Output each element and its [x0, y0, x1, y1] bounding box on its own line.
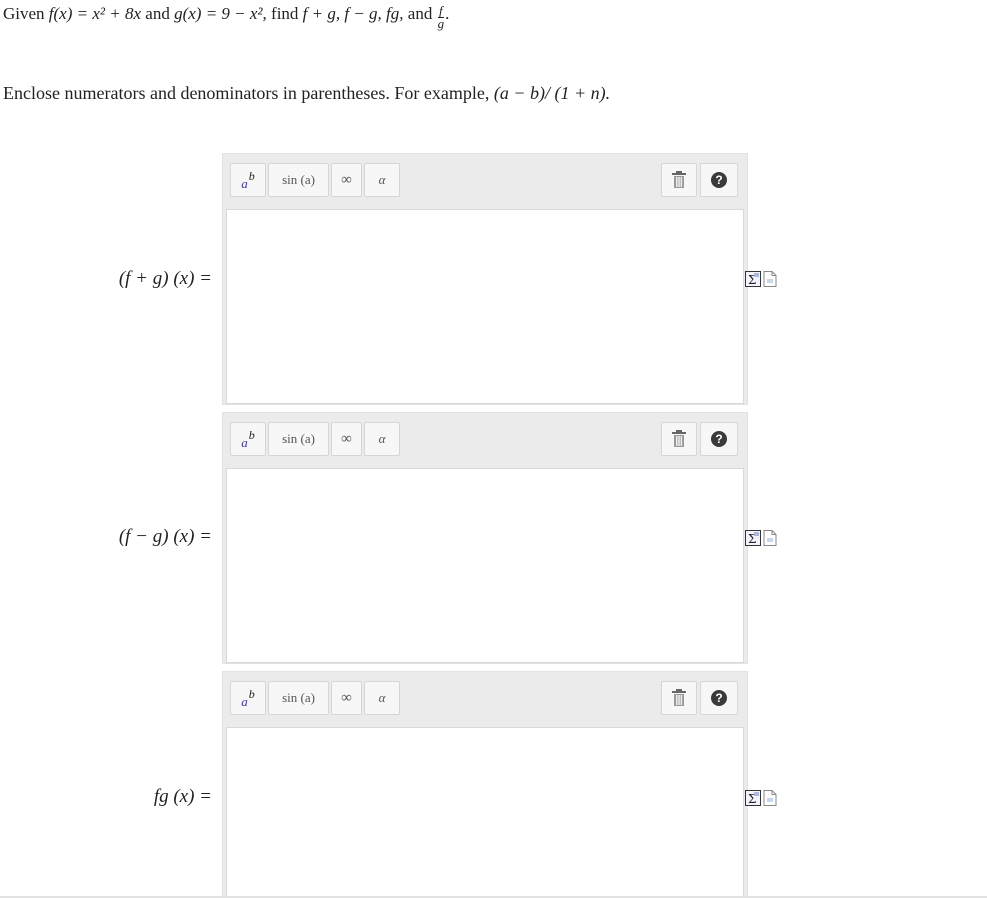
- sin-button[interactable]: sin (a): [268, 422, 329, 456]
- sin-button[interactable]: sin (a): [268, 681, 329, 715]
- equation-editor-icon[interactable]: Σ: [745, 790, 761, 806]
- math-editor-sum: ab sin (a) ∞ α ?: [222, 153, 748, 405]
- help-button[interactable]: ?: [700, 681, 738, 715]
- editor-toolbar: ab sin (a) ∞ α ?: [223, 672, 747, 724]
- document-icon[interactable]: [763, 271, 777, 287]
- alpha-button[interactable]: α: [364, 163, 400, 197]
- answer-input-difference[interactable]: [226, 468, 744, 663]
- operations-list: f + g, f − g, fg,: [302, 4, 404, 23]
- answer-input-product[interactable]: [226, 727, 744, 897]
- trash-icon: [672, 689, 686, 706]
- infinity-button[interactable]: ∞: [331, 163, 362, 197]
- question-find: find: [271, 4, 299, 23]
- instruction-text: Enclose numerators and denominators in p…: [3, 83, 610, 104]
- document-icon[interactable]: [763, 530, 777, 546]
- superscript-button[interactable]: ab: [230, 422, 266, 456]
- help-icon: ?: [711, 172, 727, 188]
- math-editor-difference: ab sin (a) ∞ α ?: [222, 412, 748, 664]
- help-button[interactable]: ?: [700, 163, 738, 197]
- trash-button[interactable]: [661, 163, 697, 197]
- equation-editor-icon[interactable]: Σ: [745, 530, 761, 546]
- trash-button[interactable]: [661, 681, 697, 715]
- document-icon[interactable]: [763, 790, 777, 806]
- infinity-button[interactable]: ∞: [331, 422, 362, 456]
- question-and: and: [145, 4, 170, 23]
- alpha-button[interactable]: α: [364, 681, 400, 715]
- alpha-button[interactable]: α: [364, 422, 400, 456]
- f-definition: f(x) = x² + 8x: [48, 4, 142, 23]
- answer-input-sum[interactable]: [226, 209, 744, 404]
- fraction-denominator: g: [437, 16, 445, 31]
- question-text: Given f(x) = x² + 8x and g(x) = 9 − x², …: [3, 4, 449, 30]
- row-label-difference: (f − g) (x) =: [118, 526, 212, 547]
- trash-icon: [672, 171, 686, 188]
- trash-icon: [672, 430, 686, 447]
- superscript-icon: a: [241, 435, 248, 450]
- superscript-button[interactable]: ab: [230, 681, 266, 715]
- instruction-body: Enclose numerators and denominators in p…: [3, 83, 490, 103]
- question-period: .: [445, 4, 450, 23]
- question-and-2: and: [407, 4, 433, 23]
- bottom-divider: [0, 896, 987, 898]
- help-icon: ?: [711, 690, 727, 706]
- editor-toolbar: ab sin (a) ∞ α ?: [223, 154, 747, 206]
- trash-button[interactable]: [661, 422, 697, 456]
- math-editor-product: ab sin (a) ∞ α ?: [222, 671, 748, 897]
- row-label-product: fg (x) =: [153, 786, 212, 807]
- sin-button[interactable]: sin (a): [268, 163, 329, 197]
- side-icons-difference: Σ: [745, 530, 777, 546]
- superscript-icon: a: [241, 694, 248, 709]
- equation-editor-icon[interactable]: Σ: [745, 271, 761, 287]
- g-definition: g(x) = 9 − x²,: [174, 4, 267, 23]
- superscript-icon: a: [241, 176, 248, 191]
- instruction-example: (a − b)/ (1 + n).: [493, 83, 611, 103]
- help-button[interactable]: ?: [700, 422, 738, 456]
- side-icons-sum: Σ: [745, 271, 777, 287]
- infinity-button[interactable]: ∞: [331, 681, 362, 715]
- row-label-sum: (f + g) (x) =: [118, 268, 212, 289]
- editor-toolbar: ab sin (a) ∞ α ?: [223, 413, 747, 465]
- question-given: Given: [3, 4, 45, 23]
- side-icons-product: Σ: [745, 790, 777, 806]
- quotient-fraction: fg: [437, 4, 445, 31]
- superscript-button[interactable]: ab: [230, 163, 266, 197]
- help-icon: ?: [711, 431, 727, 447]
